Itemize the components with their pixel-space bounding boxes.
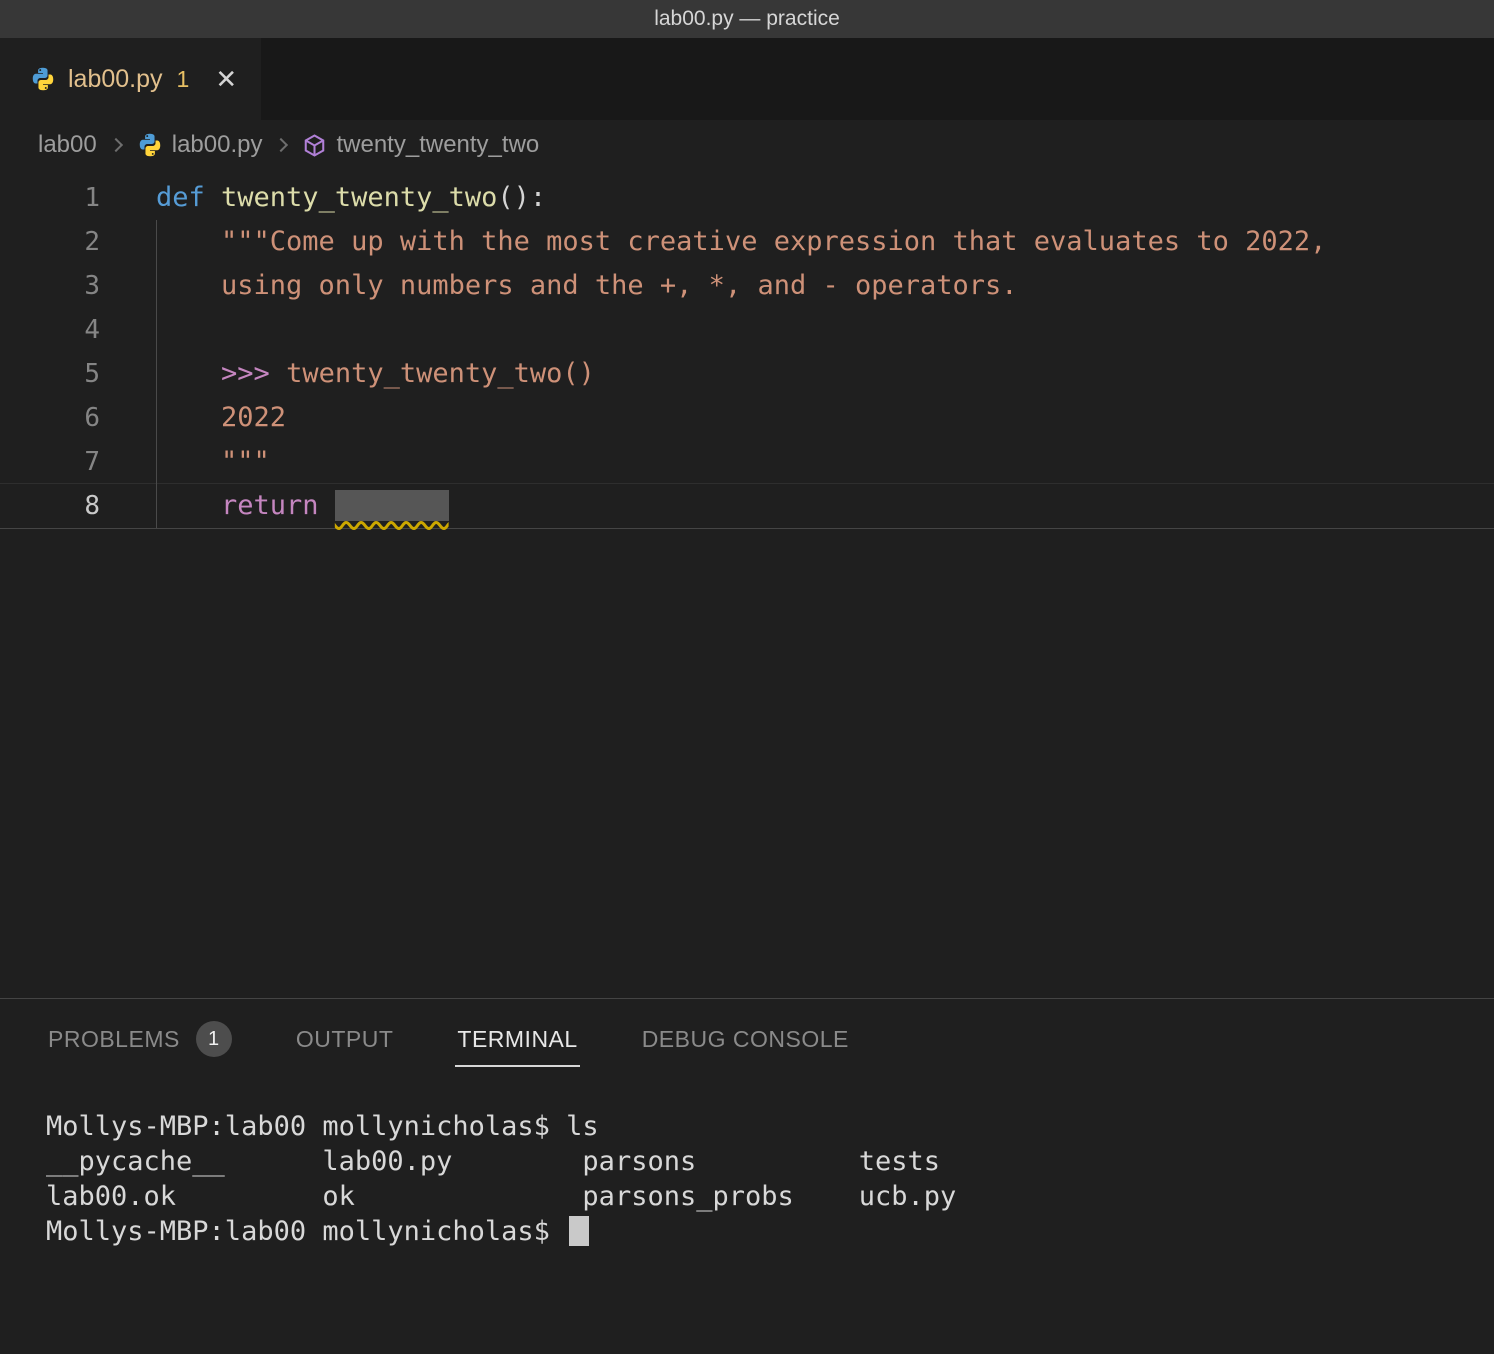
- python-icon: [137, 132, 163, 158]
- code-line-7[interactable]: 7 """: [0, 440, 1494, 484]
- terminal-line: Mollys-MBP:lab00 mollynicholas$ ls: [46, 1109, 1494, 1144]
- problems-count-badge: 1: [196, 1021, 232, 1057]
- terminal-text: Mollys-MBP:lab00 mollynicholas$: [46, 1216, 566, 1247]
- token-pl: ():: [497, 182, 546, 213]
- panel-tab-output[interactable]: OUTPUT: [294, 1018, 396, 1067]
- line-number: 5: [0, 352, 100, 396]
- code-text: """: [156, 440, 270, 484]
- code-line-4[interactable]: 4: [0, 308, 1494, 352]
- terminal-text: Mollys-MBP:lab00 mollynicholas$ ls: [46, 1111, 599, 1142]
- indent-guide: [156, 308, 157, 352]
- breadcrumb-label: twenty_twenty_two: [336, 131, 539, 159]
- chevron-right-icon: [274, 138, 288, 152]
- indent-guide: [156, 264, 157, 308]
- code-text: using only numbers and the +, *, and - o…: [156, 264, 1018, 308]
- line-number: 7: [0, 440, 100, 484]
- close-tab-icon[interactable]: ✕: [215, 64, 237, 95]
- terminal-text: __pycache__ lab00.py parsons tests: [46, 1146, 940, 1177]
- token-pl: [156, 358, 221, 389]
- line-number: 8: [0, 484, 100, 528]
- vscode-window: lab00.py — practice lab00.py 1 ✕ lab00la…: [0, 0, 1494, 1354]
- breadcrumb-item-lab00[interactable]: lab00: [38, 131, 97, 159]
- code-line-1[interactable]: 1 def twenty_twenty_two():: [0, 176, 1494, 220]
- tab-problem-count: 1: [177, 66, 190, 93]
- code-text: >>> twenty_twenty_two(): [156, 352, 595, 396]
- terminal-text: lab00.ok ok parsons_probs ucb.py: [46, 1181, 956, 1212]
- terminal-line: __pycache__ lab00.py parsons tests: [46, 1144, 1494, 1179]
- code-line-8[interactable]: 8 return: [0, 484, 1494, 528]
- token-prompt: >>>: [221, 358, 286, 389]
- title-bar: lab00.py — practice: [0, 0, 1494, 38]
- token-fn: twenty_twenty_two: [221, 182, 497, 213]
- code-editor[interactable]: 1def twenty_twenty_two():2 """Come up wi…: [0, 170, 1494, 998]
- tab-bar: lab00.py 1 ✕: [0, 38, 1494, 120]
- breadcrumb-item-twenty_twenty_two[interactable]: twenty_twenty_two: [302, 131, 539, 159]
- terminal-cursor: [569, 1216, 589, 1246]
- line-number: 1: [0, 176, 100, 220]
- python-icon: [30, 66, 56, 92]
- token-str: """Come up with the most creative expres…: [156, 226, 1326, 257]
- panel-tab-label: TERMINAL: [457, 1026, 577, 1053]
- token-str: """: [156, 446, 270, 477]
- terminal-line: Mollys-MBP:lab00 mollynicholas$: [46, 1214, 1494, 1249]
- panel-tab-bar: PROBLEMS 1 OUTPUT TERMINAL DEBUG CONSOLE: [0, 999, 1494, 1085]
- code-text: """Come up with the most creative expres…: [156, 220, 1326, 264]
- indent-guide: [156, 352, 157, 396]
- terminal-line: lab00.ok ok parsons_probs ucb.py: [46, 1179, 1494, 1214]
- indent-guide: [156, 484, 157, 528]
- line-number: 4: [0, 308, 100, 352]
- tab-lab00-py[interactable]: lab00.py 1 ✕: [0, 38, 261, 120]
- symbol-method-icon: [302, 133, 327, 158]
- panel-tab-terminal[interactable]: TERMINAL: [455, 1018, 579, 1067]
- indent-guide: [156, 396, 157, 440]
- terminal[interactable]: Mollys-MBP:lab00 mollynicholas$ ls __pyca…: [0, 1085, 1494, 1249]
- chevron-right-icon: [109, 138, 123, 152]
- code-text: return: [156, 484, 449, 528]
- token-kw2: return: [156, 490, 335, 521]
- tab-label: lab00.py: [68, 65, 163, 94]
- breadcrumb: lab00 lab00.py twenty_twenty_two: [0, 120, 1494, 170]
- code-text: 2022: [156, 396, 286, 440]
- bottom-panel: PROBLEMS 1 OUTPUT TERMINAL DEBUG CONSOLE Mol…: [0, 998, 1494, 1354]
- window-title: lab00.py — practice: [654, 7, 840, 31]
- breadcrumb-label: lab00.py: [172, 131, 263, 159]
- panel-tab-label: PROBLEMS: [48, 1026, 180, 1053]
- breadcrumb-item-lab00.py[interactable]: lab00.py: [137, 131, 263, 159]
- token-kw: def: [156, 182, 221, 213]
- panel-tab-label: DEBUG CONSOLE: [642, 1026, 849, 1053]
- code-line-6[interactable]: 6 2022: [0, 396, 1494, 440]
- token-str: using only numbers and the +, *, and - o…: [156, 270, 1018, 301]
- indent-guide: [156, 220, 157, 264]
- indent-guide: [156, 440, 157, 484]
- breadcrumb-label: lab00: [38, 131, 97, 159]
- code-line-2[interactable]: 2 """Come up with the most creative expr…: [0, 220, 1494, 264]
- line-number: 6: [0, 396, 100, 440]
- code-line-5[interactable]: 5 >>> twenty_twenty_two(): [0, 352, 1494, 396]
- line-number: 3: [0, 264, 100, 308]
- line-number: 2: [0, 220, 100, 264]
- token-str: twenty_twenty_two(): [286, 358, 595, 389]
- token-str: 2022: [156, 402, 286, 433]
- panel-tab-label: OUTPUT: [296, 1026, 394, 1053]
- code-line-3[interactable]: 3 using only numbers and the +, *, and -…: [0, 264, 1494, 308]
- code-text: def twenty_twenty_two():: [156, 176, 546, 220]
- panel-tab-debug-console[interactable]: DEBUG CONSOLE: [640, 1018, 851, 1067]
- panel-tab-problems[interactable]: PROBLEMS 1: [46, 1013, 234, 1071]
- selected-region-with-warning-squiggle: [335, 490, 449, 521]
